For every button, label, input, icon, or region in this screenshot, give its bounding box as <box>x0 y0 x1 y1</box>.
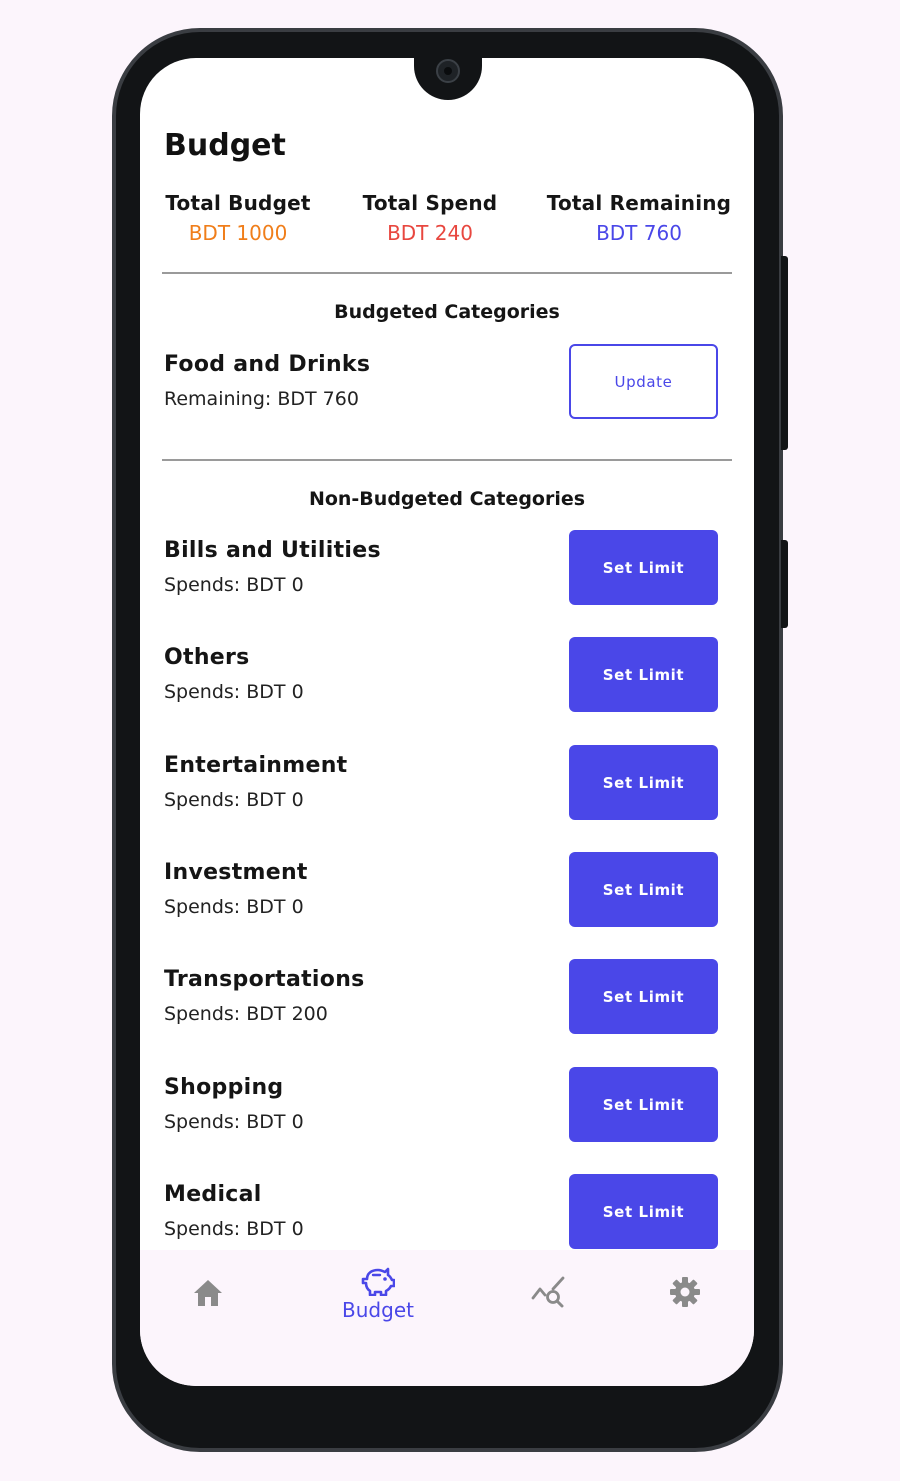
total-budget-summary: Total Budget BDT 1000 <box>165 191 310 245</box>
category-spends: Spends: BDT 0 <box>164 789 304 811</box>
category-name: Food and Drinks <box>164 352 371 377</box>
category-spends: Spends: BDT 0 <box>164 681 304 703</box>
category-spends: Spends: BDT 0 <box>164 574 304 596</box>
gear-icon <box>670 1277 700 1307</box>
set-limit-button[interactable]: Set Limit <box>569 530 718 605</box>
total-remaining-label: Total Remaining <box>546 191 732 215</box>
app-screen: Budget Total Budget BDT 1000 Total Spend… <box>140 58 754 1386</box>
update-button[interactable]: Update <box>569 344 718 419</box>
bottom-navigation: Budget <box>140 1250 754 1386</box>
set-limit-button[interactable]: Set Limit <box>569 637 718 712</box>
nav-item-budget[interactable]: Budget <box>338 1266 418 1322</box>
set-limit-button[interactable]: Set Limit <box>569 852 718 927</box>
chart-search-icon <box>531 1276 565 1308</box>
set-limit-button[interactable]: Set Limit <box>569 1174 718 1249</box>
total-budget-label: Total Budget <box>165 191 311 215</box>
nav-item-settings[interactable] <box>645 1276 725 1308</box>
category-spends: Spends: BDT 0 <box>164 896 304 918</box>
front-camera <box>436 59 460 83</box>
category-name: Bills and Utilities <box>164 538 381 563</box>
summary-divider <box>162 272 732 274</box>
category-name: Medical <box>164 1182 262 1207</box>
category-name: Entertainment <box>164 753 348 778</box>
camera-notch <box>414 58 482 100</box>
nav-item-insights[interactable] <box>509 1276 589 1308</box>
piggy-bank-icon <box>361 1267 395 1296</box>
category-name: Shopping <box>164 1075 284 1100</box>
non-budgeted-categories-heading: Non-Budgeted Categories <box>308 488 586 510</box>
home-icon <box>194 1280 222 1306</box>
total-remaining-value: BDT 760 <box>596 221 682 245</box>
power-button <box>781 256 788 450</box>
volume-button <box>781 540 788 628</box>
nav-item-home[interactable] <box>168 1278 248 1308</box>
page-title: Budget <box>164 128 286 163</box>
category-name: Transportations <box>164 967 365 992</box>
set-limit-button[interactable]: Set Limit <box>569 1067 718 1142</box>
total-budget-value: BDT 1000 <box>188 221 288 245</box>
set-limit-button[interactable]: Set Limit <box>569 959 718 1034</box>
total-spend-value: BDT 240 <box>387 221 473 245</box>
total-spend-label: Total Spend <box>362 191 498 215</box>
nav-label-budget: Budget <box>342 1298 414 1322</box>
set-limit-button[interactable]: Set Limit <box>569 745 718 820</box>
category-name: Others <box>164 645 250 670</box>
category-spends: Spends: BDT 0 <box>164 1218 304 1240</box>
category-name: Investment <box>164 860 308 885</box>
category-spends: Spends: BDT 0 <box>164 1111 304 1133</box>
budgeted-divider <box>162 459 732 461</box>
total-remaining-summary: Total Remaining BDT 760 <box>547 191 731 245</box>
budgeted-categories-heading: Budgeted Categories <box>334 301 560 323</box>
category-spends: Spends: BDT 200 <box>164 1003 328 1025</box>
category-remaining: Remaining: BDT 760 <box>164 388 359 410</box>
total-spend-summary: Total Spend BDT 240 <box>363 191 498 245</box>
